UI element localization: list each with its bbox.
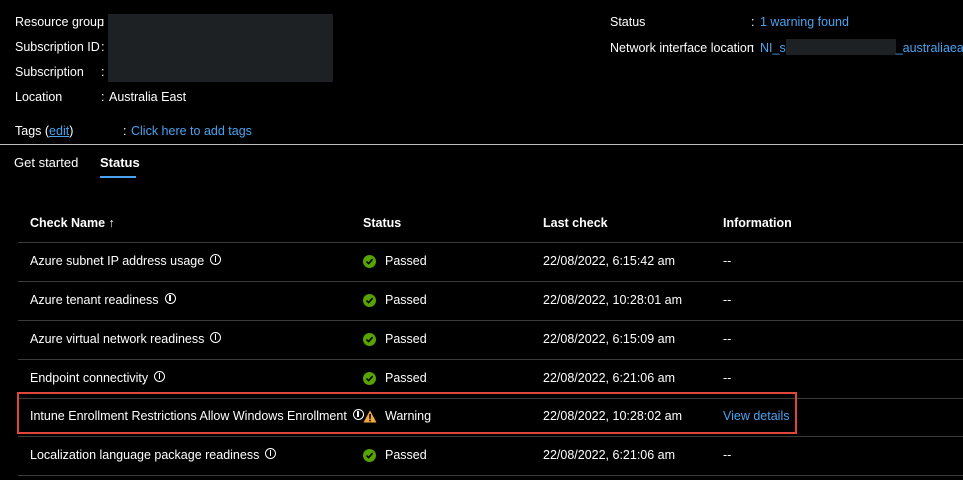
nic-location-colon: : bbox=[751, 41, 755, 55]
warning-row-highlight bbox=[17, 392, 797, 434]
column-header-status[interactable]: Status bbox=[363, 216, 401, 230]
resource-group-colon: : bbox=[101, 15, 105, 29]
nic-location-label: Network interface location bbox=[610, 41, 754, 55]
location-colon: : bbox=[101, 90, 105, 104]
check-circle-icon bbox=[363, 371, 376, 385]
nic-location-prefix: NI_s bbox=[760, 41, 786, 55]
info-icon[interactable] bbox=[154, 370, 166, 382]
status-label: Status bbox=[610, 15, 646, 29]
check-circle-icon bbox=[363, 332, 376, 346]
resource-group-label: Resource group bbox=[15, 15, 104, 29]
tab-status[interactable]: Status bbox=[100, 155, 140, 170]
check-name: Azure tenant readiness bbox=[30, 293, 159, 307]
check-name-cell: Azure subnet IP address usage bbox=[30, 253, 222, 268]
check-name-cell: Localization language package readiness bbox=[30, 447, 277, 462]
add-tags-link[interactable]: Click here to add tags bbox=[131, 124, 252, 138]
row-divider bbox=[18, 281, 963, 282]
status-cell: Passed bbox=[363, 293, 427, 307]
information-cell: -- bbox=[723, 293, 732, 307]
subscription-id-label: Subscription ID bbox=[15, 40, 100, 54]
status-cell: Passed bbox=[363, 371, 427, 385]
row-divider bbox=[18, 320, 963, 321]
header-divider bbox=[18, 242, 963, 243]
essentials-divider bbox=[0, 144, 963, 145]
row-divider bbox=[18, 475, 963, 476]
tags-label: Tags (edit) bbox=[15, 124, 73, 138]
tab-get-started[interactable]: Get started bbox=[14, 155, 78, 170]
info-icon[interactable] bbox=[164, 292, 176, 304]
subscription-colon: : bbox=[101, 65, 105, 79]
information-cell: -- bbox=[723, 448, 732, 462]
last-check-cell: 22/08/2022, 6:21:06 am bbox=[543, 448, 676, 462]
column-header-check-name[interactable]: Check Name ↑ bbox=[30, 216, 115, 230]
last-check-cell: 22/08/2022, 10:28:01 am bbox=[543, 293, 683, 307]
information-cell: -- bbox=[723, 371, 732, 385]
status-text: Passed bbox=[385, 448, 427, 462]
status-text: Passed bbox=[385, 332, 427, 346]
last-check-cell: 22/08/2022, 6:15:42 am bbox=[543, 254, 676, 268]
tab-status-underline bbox=[100, 176, 136, 178]
column-header-information[interactable]: Information bbox=[723, 216, 792, 230]
check-circle-icon bbox=[363, 448, 376, 462]
check-name: Azure virtual network readiness bbox=[30, 332, 205, 346]
tags-label-close: ) bbox=[69, 124, 74, 138]
nic-location-suffix: _australiaeast bbox=[895, 41, 963, 55]
status-text: Passed bbox=[385, 254, 427, 268]
check-circle-icon bbox=[363, 293, 376, 307]
information-cell: -- bbox=[723, 332, 732, 346]
check-circle-icon bbox=[363, 254, 376, 268]
status-warning-link[interactable]: 1 warning found bbox=[760, 15, 849, 29]
status-text: Passed bbox=[385, 371, 427, 385]
check-name-cell: Azure virtual network readiness bbox=[30, 331, 222, 346]
subscription-label: Subscription bbox=[15, 65, 84, 79]
location-value: Australia East bbox=[109, 90, 187, 104]
info-icon[interactable] bbox=[210, 253, 222, 265]
status-cell: Passed bbox=[363, 254, 427, 268]
status-cell: Passed bbox=[363, 448, 427, 462]
status-text: Passed bbox=[385, 293, 427, 307]
information-cell: -- bbox=[723, 254, 732, 268]
check-name: Endpoint connectivity bbox=[30, 371, 149, 385]
redacted-values bbox=[108, 14, 333, 82]
check-name-cell: Azure tenant readiness bbox=[30, 292, 176, 307]
info-icon[interactable] bbox=[210, 331, 222, 343]
tags-edit-link[interactable]: edit bbox=[49, 124, 69, 138]
status-colon: : bbox=[751, 15, 755, 29]
row-divider bbox=[18, 359, 963, 360]
nic-location-link[interactable]: NI_s _australiaeast bbox=[760, 39, 963, 56]
last-check-cell: 22/08/2022, 6:21:06 am bbox=[543, 371, 676, 385]
location-label: Location bbox=[15, 90, 63, 104]
status-cell: Passed bbox=[363, 332, 427, 346]
subscription-id-colon: : bbox=[101, 40, 105, 54]
last-check-cell: 22/08/2022, 6:15:09 am bbox=[543, 332, 676, 346]
check-name: Localization language package readiness bbox=[30, 448, 260, 462]
row-divider bbox=[18, 436, 963, 437]
column-header-last-check[interactable]: Last check bbox=[543, 216, 608, 230]
check-name-cell: Endpoint connectivity bbox=[30, 370, 166, 385]
nic-location-redacted bbox=[785, 39, 896, 56]
info-icon[interactable] bbox=[265, 447, 277, 459]
tags-label-text: Tags ( bbox=[15, 124, 50, 138]
tags-colon: : bbox=[123, 124, 127, 138]
check-name: Azure subnet IP address usage bbox=[30, 254, 205, 268]
